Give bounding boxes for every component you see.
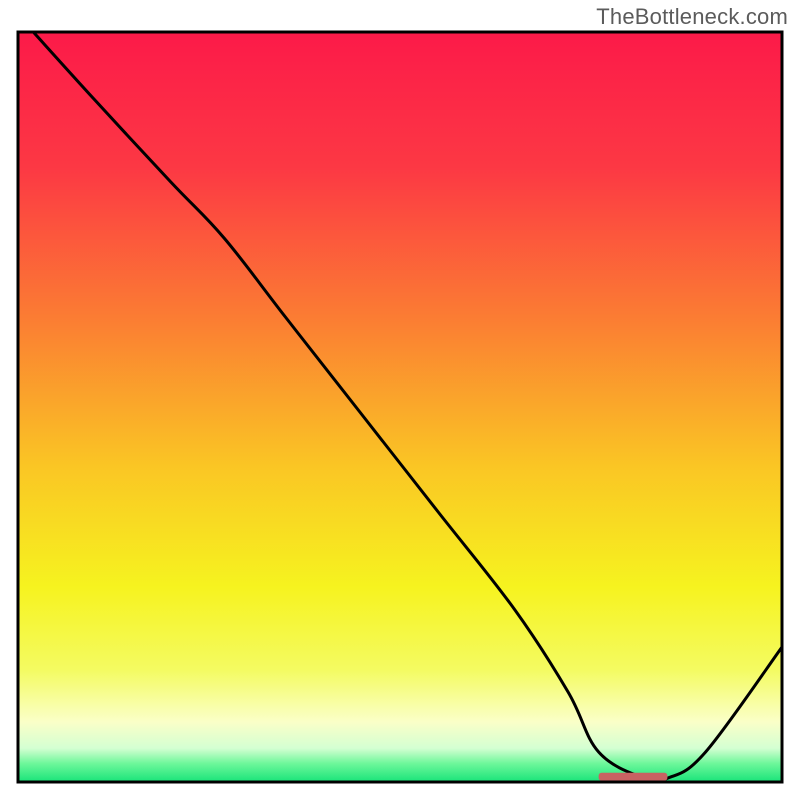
chart-container: TheBottleneck.com: [0, 0, 800, 800]
optimal-range-marker: [599, 773, 668, 781]
chart-svg: [0, 0, 800, 800]
watermark-text: TheBottleneck.com: [596, 4, 788, 30]
plot-area: [18, 32, 782, 782]
gradient-background: [18, 32, 782, 782]
